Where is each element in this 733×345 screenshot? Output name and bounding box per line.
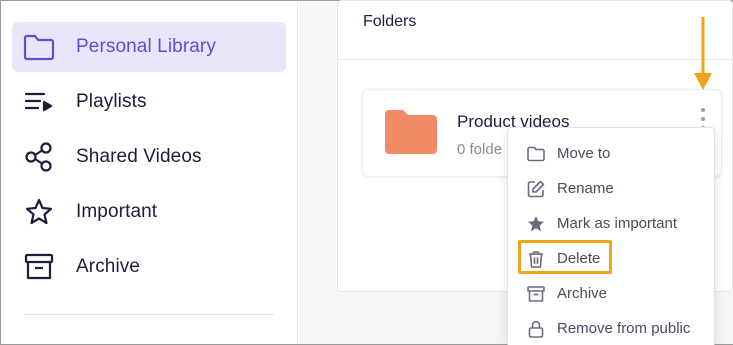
lock-icon [526,319,546,339]
sidebar-item-shared-videos[interactable]: Shared Videos [12,132,286,182]
menu-item-label: Remove from public [557,320,691,337]
sidebar-item-label: Personal Library [76,36,216,57]
folder-icon [22,30,56,64]
context-menu: Move to Rename Mark as important Delete … [507,127,715,345]
sidebar-item-label: Shared Videos [76,146,202,167]
menu-item-delete[interactable]: Delete [508,241,716,276]
trash-icon [526,249,546,269]
sidebar-item-archive[interactable]: Archive [12,242,286,292]
star-icon [22,195,56,229]
menu-item-label: Move to [557,145,611,162]
menu-item-mark-important[interactable]: Mark as important [508,206,716,241]
edit-icon [526,179,546,199]
menu-item-label: Archive [557,285,608,302]
archive-icon [22,250,56,284]
archive-icon [526,284,546,304]
sidebar-item-important[interactable]: Important [12,187,286,237]
menu-item-move-to[interactable]: Move to [508,136,716,171]
section-title: Folders [363,13,417,30]
sidebar-item-playlists[interactable]: Playlists [12,77,286,127]
arrow-down-icon [694,17,712,90]
divider [338,59,732,60]
folder-icon [385,110,437,154]
menu-item-label: Delete [557,250,601,267]
sidebar-item-label: Playlists [76,91,147,112]
folder-outline-icon [526,144,546,164]
sidebar-divider [24,314,274,315]
sidebar: Personal Library Playlists Shared Videos… [2,2,298,344]
playlist-icon [22,85,56,119]
app-window: Personal Library Playlists Shared Videos… [0,0,733,345]
sidebar-item-personal-library[interactable]: Personal Library [12,22,286,72]
sidebar-item-label: Archive [76,256,141,277]
menu-item-rename[interactable]: Rename [508,171,716,206]
folder-meta: 0 folde [457,141,503,158]
menu-item-remove-from-public[interactable]: Remove from public [508,311,716,345]
share-icon [22,140,56,174]
star-filled-icon [526,214,546,234]
menu-item-archive[interactable]: Archive [508,276,716,311]
sidebar-item-label: Important [76,201,158,222]
menu-item-label: Mark as important [557,215,678,232]
menu-item-label: Rename [557,180,614,197]
